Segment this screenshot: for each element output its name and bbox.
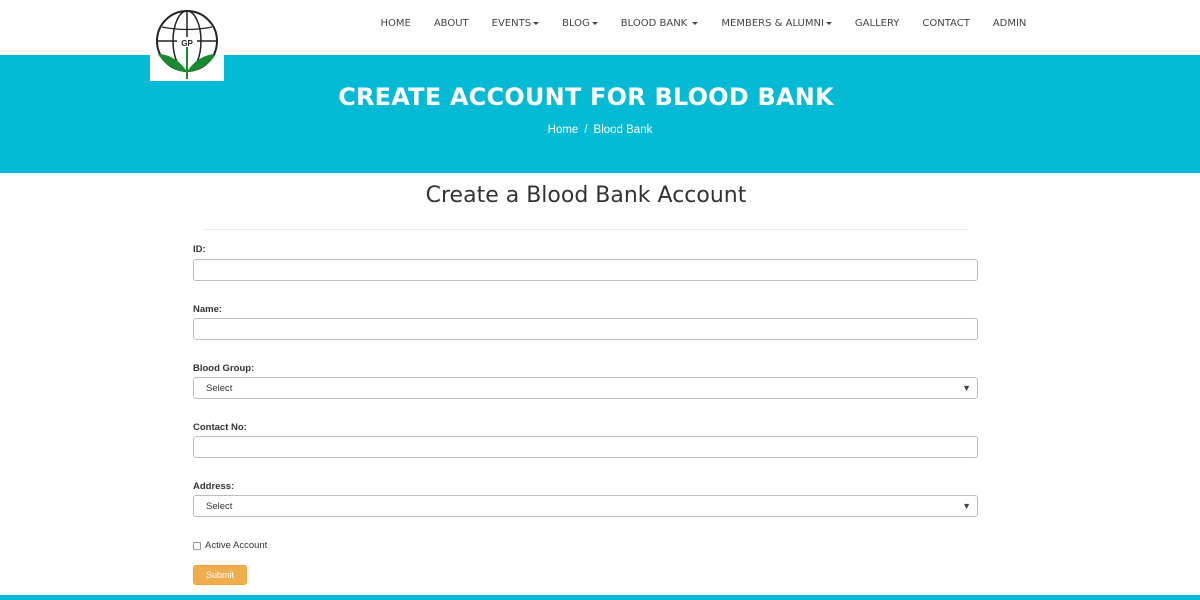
nav-item-home[interactable]: HOME [369, 17, 422, 31]
nav-item-blog[interactable]: BLOG [551, 17, 610, 31]
nav-item-gallery[interactable]: GALLERY [843, 17, 910, 31]
nav-item-label: BLOOD BANK [620, 18, 688, 29]
caret-down-icon [825, 21, 832, 25]
contact-no-label: Contact No: [193, 422, 247, 433]
heading-divider [203, 229, 968, 230]
nav-item-label: EVENTS [491, 18, 532, 29]
active-account-row: Active Account [193, 540, 267, 551]
nav-item-label: ABOUT [433, 18, 469, 29]
nav-item-label: HOME [380, 18, 411, 29]
name-label: Name: [193, 304, 223, 315]
breadcrumb-home-link[interactable]: Home [548, 124, 579, 136]
name-input[interactable] [193, 318, 978, 340]
nav-item-members-alumni[interactable]: MEMBERS & ALUMNI [710, 17, 844, 31]
submit-button[interactable]: Submit [193, 565, 247, 585]
blood-group-label: Blood Group: [193, 363, 255, 374]
nav-item-admin[interactable]: ADMIN [981, 17, 1038, 31]
site-logo[interactable]: GP [150, 10, 224, 81]
nav-item-events[interactable]: EVENTS [480, 17, 550, 31]
blood-group-selected-value: Select [206, 383, 233, 394]
logo-text: GP [181, 39, 193, 48]
nav-item-label: CONTACT [922, 18, 970, 29]
breadcrumb-separator: / [584, 124, 588, 136]
page-title: CREATE ACCOUNT FOR BLOOD BANK [338, 83, 834, 111]
dropdown-arrow-icon: ▼ [962, 383, 971, 393]
active-account-label[interactable]: Active Account [205, 540, 267, 551]
blood-group-select[interactable]: Select ▼ [193, 377, 978, 399]
active-account-checkbox[interactable] [193, 541, 201, 550]
nav-item-label: GALLERY [854, 18, 900, 29]
address-selected-value: Select [206, 501, 233, 512]
caret-down-icon [692, 21, 699, 25]
nav-item-label: ADMIN [992, 18, 1027, 29]
caret-down-icon [533, 21, 540, 25]
nav-item-label: MEMBERS & ALUMNI [721, 18, 824, 29]
main-nav-menu: HOME ABOUT EVENTS BLOG BLOOD BANK MEMBER… [369, 17, 1038, 31]
caret-down-icon [591, 21, 598, 25]
address-select[interactable]: Select ▼ [193, 495, 978, 517]
form-heading: Create a Blood Bank Account [425, 183, 747, 208]
nav-item-about[interactable]: ABOUT [422, 17, 480, 31]
nav-item-contact[interactable]: CONTACT [911, 17, 981, 31]
breadcrumb: Home / Blood Bank [0, 124, 1200, 136]
address-label: Address: [193, 481, 235, 492]
footer-accent-bar [0, 595, 1200, 600]
globe-plant-logo-icon: GP [156, 10, 218, 79]
id-input[interactable] [193, 259, 978, 281]
id-label: ID: [193, 244, 206, 255]
dropdown-arrow-icon: ▼ [962, 501, 971, 511]
nav-item-label: BLOG [562, 18, 590, 29]
breadcrumb-current: Blood Bank [593, 124, 653, 136]
contact-no-input[interactable] [193, 436, 978, 458]
nav-item-blood-bank[interactable]: BLOOD BANK [609, 17, 710, 31]
